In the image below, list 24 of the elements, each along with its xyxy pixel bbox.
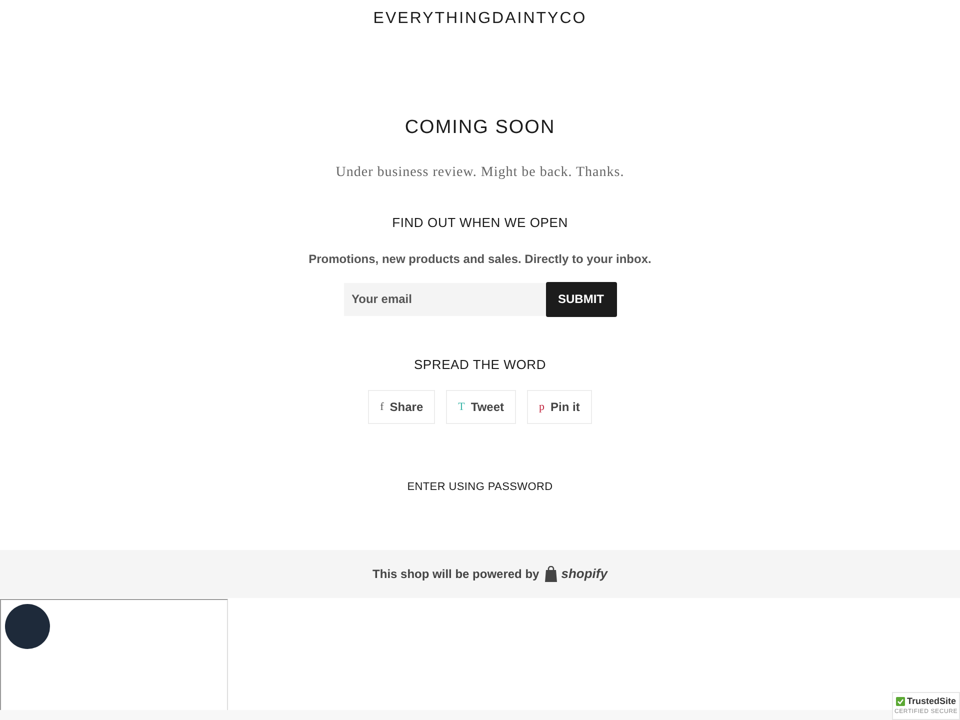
share-label: Tweet [470,399,504,416]
chat-launcher[interactable] [5,604,50,648]
share-label: Share [390,399,424,416]
status-message: Under business review. Might be back. Thanks. [336,164,624,182]
share-label: Pin it [550,399,580,416]
store-name[interactable]: EVERYTHINGDAINTYCO [373,7,587,31]
shopping-bag-icon [544,566,558,582]
password-link[interactable]: ENTER USING PASSWORD [407,479,553,496]
check-icon [896,697,905,706]
share-button[interactable]: T Tweet [446,390,516,424]
share-heading: SPREAD THE WORD [414,356,546,374]
signup-text: Promotions, new products and sales. Directly to your inbox. [308,250,652,268]
email-field[interactable]: Your email [344,282,546,316]
social-glyph-icon: T [458,398,465,416]
shopify-wordmark[interactable]: shopify [561,564,608,584]
powered-by-text: This shop will be powered by [372,566,540,582]
share-button[interactable]: f Share [368,390,436,424]
page-title: COMING SOON [404,116,556,140]
badge-title: TrustedSite [906,697,956,706]
social-glyph-icon: p [539,398,545,416]
submit-button[interactable]: SUBMIT [546,282,616,316]
share-button[interactable]: p Pin it [527,390,592,424]
signup-heading: FIND OUT WHEN WE OPEN [392,214,568,232]
social-glyph-icon: f [380,398,384,416]
